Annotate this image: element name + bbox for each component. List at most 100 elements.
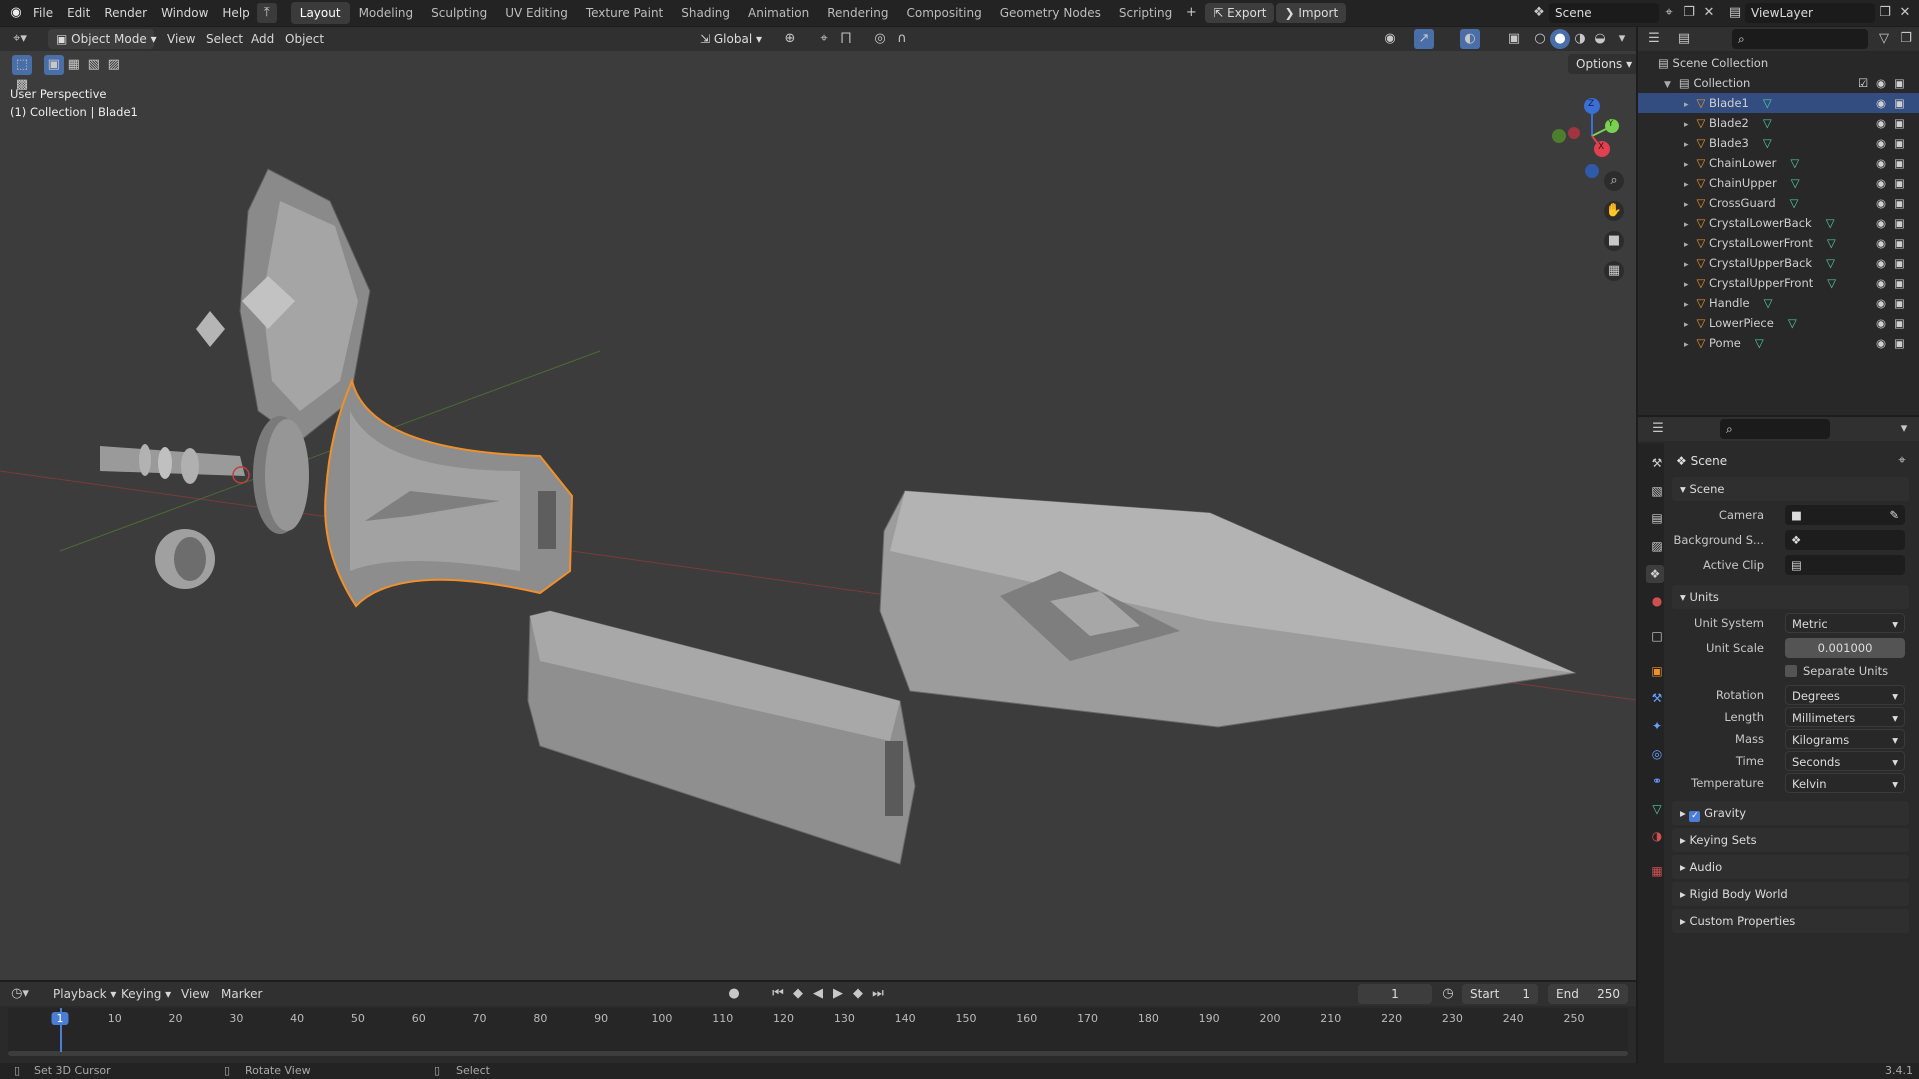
timeline-menu-playback[interactable]: Playback ▾ bbox=[46, 981, 123, 1007]
rotation-dropdown[interactable]: Degrees ▾ bbox=[1785, 685, 1905, 705]
play-icon[interactable]: ▶ bbox=[828, 984, 848, 1004]
expand-icon[interactable]: ▸ bbox=[1684, 160, 1689, 170]
ortho-grid-icon[interactable]: ▦ bbox=[1604, 261, 1624, 281]
time-dropdown[interactable]: Seconds ▾ bbox=[1785, 751, 1905, 771]
menu-edit[interactable]: Edit bbox=[60, 0, 97, 26]
outliner-item-crystalupperfront[interactable]: ▸ ▽ CrystalUpperFront ▽ ◉ ▣ bbox=[1638, 273, 1919, 293]
visibility-icon[interactable]: ◉ bbox=[1876, 193, 1886, 213]
end-frame-field[interactable]: End 250 bbox=[1548, 984, 1628, 1004]
render-visibility-icon[interactable]: ▣ bbox=[1894, 93, 1905, 113]
outliner-item-lowerpiece[interactable]: ▸ ▽ LowerPiece ▽ ◉ ▣ bbox=[1638, 313, 1919, 333]
outliner-editor-icon[interactable]: ☰ bbox=[1644, 29, 1664, 49]
units-panel-header[interactable]: ▾ Units bbox=[1672, 585, 1909, 609]
expand-icon[interactable]: ▸ bbox=[1684, 120, 1689, 130]
custom-properties-panel-header[interactable]: ▸ Custom Properties bbox=[1672, 909, 1909, 933]
outliner-item-chainlower[interactable]: ▸ ▽ ChainLower ▽ ◉ ▣ bbox=[1638, 153, 1919, 173]
tab-modeling[interactable]: Modeling bbox=[350, 2, 423, 24]
outliner-item-blade1[interactable]: ▸ ▽ Blade1 ▽ ◉ ▣ bbox=[1638, 93, 1919, 113]
menu-file[interactable]: File bbox=[26, 0, 60, 26]
current-frame-field[interactable]: 1 bbox=[1358, 984, 1432, 1004]
timeline-menu-view[interactable]: View bbox=[174, 981, 216, 1007]
scene-name-field[interactable]: Scene bbox=[1549, 3, 1659, 23]
export-button[interactable]: ⇱ Export bbox=[1205, 3, 1275, 23]
new-viewlayer-icon[interactable]: ❐ bbox=[1875, 3, 1895, 23]
outliner-collection[interactable]: ▼ ▤ Collection ☑ ◉ ▣ bbox=[1638, 73, 1919, 93]
expand-icon[interactable]: ▸ bbox=[1684, 240, 1689, 250]
handle-mesh[interactable] bbox=[100, 416, 309, 534]
data-tab-icon[interactable]: ▽ bbox=[1648, 800, 1666, 818]
expand-icon[interactable]: ▸ bbox=[1684, 140, 1689, 150]
snap-target-icon[interactable]: ⨅ bbox=[836, 29, 856, 49]
import-button[interactable]: ❯ Import bbox=[1276, 3, 1347, 23]
visibility-icon[interactable]: ◉ bbox=[1876, 113, 1886, 133]
viewlayer-icon[interactable]: ▤ bbox=[1725, 3, 1745, 23]
tab-layout[interactable]: Layout bbox=[290, 2, 350, 24]
active-clip-field[interactable]: ▤ bbox=[1785, 555, 1905, 575]
visibility-icon[interactable]: ◉ bbox=[1876, 233, 1886, 253]
xray-icon[interactable]: ▣ bbox=[1504, 29, 1524, 49]
render-visibility-icon[interactable]: ▣ bbox=[1894, 173, 1905, 193]
delete-viewlayer-icon[interactable]: ✕ bbox=[1895, 3, 1915, 23]
view-object-types-icon[interactable]: ◉ bbox=[1380, 29, 1400, 49]
render-visibility-icon[interactable]: ▣ bbox=[1894, 313, 1905, 333]
render-visibility-icon[interactable]: ▣ bbox=[1894, 333, 1905, 353]
collapse-icon[interactable]: ▼ bbox=[1664, 80, 1671, 90]
length-dropdown[interactable]: Millimeters ▾ bbox=[1785, 707, 1905, 727]
expand-icon[interactable]: ▸ bbox=[1684, 260, 1689, 270]
wireframe-shading-icon[interactable]: ○ bbox=[1530, 29, 1550, 49]
record-icon[interactable]: ● bbox=[724, 984, 744, 1004]
tab-texture-paint[interactable]: Texture Paint bbox=[577, 2, 672, 24]
outliner-item-handle[interactable]: ▸ ▽ Handle ▽ ◉ ▣ bbox=[1638, 293, 1919, 313]
tab-shading[interactable]: Shading bbox=[672, 2, 739, 24]
visibility-icon[interactable]: ◉ bbox=[1876, 133, 1886, 153]
next-keyframe-icon[interactable]: ◆ bbox=[848, 984, 868, 1004]
jump-end-icon[interactable]: ⏭ bbox=[868, 984, 888, 1004]
render-visibility-icon[interactable]: ▣ bbox=[1894, 213, 1905, 233]
blender-logo-icon[interactable]: ◉ bbox=[6, 3, 26, 23]
display-mode-icon[interactable]: ▤ bbox=[1674, 29, 1694, 49]
viewport-menu-object[interactable]: Object bbox=[278, 26, 331, 52]
separate-units-checkbox[interactable] bbox=[1785, 665, 1797, 677]
outliner-item-chainupper[interactable]: ▸ ▽ ChainUpper ▽ ◉ ▣ bbox=[1638, 173, 1919, 193]
render-tab-icon[interactable]: ▧ bbox=[1648, 482, 1666, 500]
scene-panel-header[interactable]: ▾ Scene bbox=[1672, 477, 1909, 501]
prev-keyframe-icon[interactable]: ◆ bbox=[788, 984, 808, 1004]
visibility-icon[interactable]: ◉ bbox=[1876, 293, 1886, 313]
new-collection-icon[interactable]: ❐ bbox=[1896, 29, 1916, 49]
visibility-icon[interactable]: ◉ bbox=[1876, 253, 1886, 273]
gravity-checkbox[interactable]: ✓ bbox=[1689, 811, 1701, 822]
outliner-scene-collection[interactable]: ▤ Scene Collection bbox=[1638, 53, 1919, 73]
viewlayer-name-field[interactable]: ViewLayer bbox=[1745, 3, 1875, 23]
menu-window[interactable]: Window bbox=[154, 0, 215, 26]
gizmo-toggle-icon[interactable]: ↗ bbox=[1414, 29, 1434, 49]
outliner-item-blade2[interactable]: ▸ ▽ Blade2 ▽ ◉ ▣ bbox=[1638, 113, 1919, 133]
expand-icon[interactable]: ▸ bbox=[1684, 100, 1689, 110]
ring-mesh[interactable] bbox=[155, 529, 215, 589]
pin-icon[interactable]: ⌖ bbox=[1659, 3, 1679, 23]
add-workspace-icon[interactable]: + bbox=[1181, 3, 1201, 23]
tab-rendering[interactable]: Rendering bbox=[818, 2, 897, 24]
timeline-editor-icon[interactable]: ◷▾ bbox=[10, 984, 30, 1004]
filter-icon[interactable]: ▽ bbox=[1874, 29, 1894, 49]
outliner-search-input[interactable]: ⌕ bbox=[1732, 29, 1868, 49]
mass-dropdown[interactable]: Kilograms ▾ bbox=[1785, 729, 1905, 749]
timeline-scrollbar[interactable] bbox=[8, 1051, 1628, 1056]
properties-search-input[interactable]: ⌕ bbox=[1720, 419, 1830, 439]
3d-viewport[interactable]: ⬚ ▣ ▦ ▧ ▨▩ User Perspective (1) Collection … bbox=[0, 51, 1636, 980]
tab-compositing[interactable]: Compositing bbox=[897, 2, 990, 24]
tab-scripting[interactable]: Scripting bbox=[1110, 2, 1181, 24]
render-visibility-icon[interactable]: ▣ bbox=[1894, 253, 1905, 273]
temperature-dropdown[interactable]: Kelvin ▾ bbox=[1785, 773, 1905, 793]
unit-scale-field[interactable]: 0.001000 bbox=[1785, 638, 1905, 658]
blade1-mesh[interactable] bbox=[324, 377, 574, 608]
eyedropper-icon[interactable]: ✎ bbox=[1889, 505, 1899, 525]
visibility-icon[interactable]: ◉ bbox=[1876, 93, 1886, 113]
menu-help[interactable]: Help bbox=[215, 0, 256, 26]
overlay-toggle-icon[interactable]: ◐ bbox=[1460, 29, 1480, 49]
exclude-checkbox[interactable]: ☑ bbox=[1858, 73, 1868, 93]
render-visibility-icon[interactable]: ▣ bbox=[1894, 113, 1905, 133]
render-visibility-icon[interactable]: ▣ bbox=[1894, 133, 1905, 153]
visibility-icon[interactable]: ◉ bbox=[1876, 313, 1886, 333]
outliner-item-crystalupperback[interactable]: ▸ ▽ CrystalUpperBack ▽ ◉ ▣ bbox=[1638, 253, 1919, 273]
viewport-menu-select[interactable]: Select bbox=[199, 26, 250, 52]
